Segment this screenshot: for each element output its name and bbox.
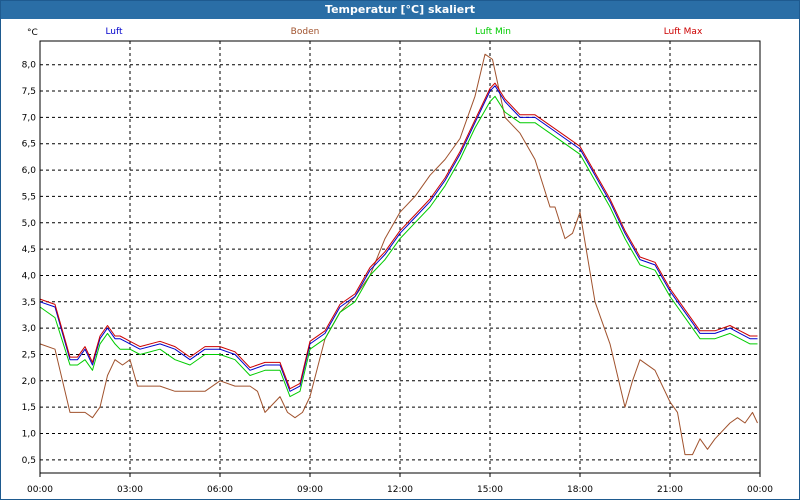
chart-window: Temperatur [°C] skaliert Luft Boden Luft M…: [0, 0, 800, 500]
x-tick-time: 15:00: [477, 485, 503, 495]
y-tick-label: 0,5: [22, 456, 36, 466]
legend-entry: Luft: [105, 27, 123, 37]
y-tick-label: 6,0: [22, 166, 37, 176]
y-tick-label: 5,5: [22, 192, 36, 202]
y-tick-label: 4,5: [22, 245, 36, 255]
y-tick-label: 7,0: [22, 113, 37, 123]
window-title: Temperatur [°C] skaliert: [1, 1, 799, 19]
y-tick-label: 7,5: [22, 87, 36, 97]
x-tick-time: 12:00: [387, 485, 413, 495]
y-tick-label: 3,0: [22, 324, 37, 334]
y-tick-label: 8,0: [22, 61, 37, 71]
series-line-luft: [39, 85, 758, 392]
y-tick-label: 6,5: [22, 140, 36, 150]
legend: Luft Boden Luft Min Luft Max: [105, 27, 703, 37]
x-axis: 00:0012.02.1903:0012.02.1906:0012.02.190…: [27, 473, 773, 495]
y-tick-label: 5,0: [22, 219, 37, 229]
legend-entry: Boden: [291, 27, 320, 37]
y-tick-label: 1,5: [22, 403, 36, 413]
legend-entry: Luft Max: [664, 27, 703, 37]
y-tick-label: 1,0: [22, 429, 37, 439]
x-tick-time: 03:00: [117, 485, 143, 495]
y-tick-label: 2,5: [22, 350, 36, 360]
y-tick-label: 3,5: [22, 298, 36, 308]
y-axis-unit: °C: [27, 28, 38, 38]
y-tick-label: 2,0: [22, 377, 37, 387]
y-axis: °C 0,5 1,0 1,5 2,0 2,5 3,0 3,5 4,0 4,5 5,0 5,5 6,0 6…: [22, 28, 38, 466]
x-tick-time: 00:00: [27, 485, 53, 495]
x-tick-time: 09:00: [297, 485, 323, 495]
y-tick-label: 4,0: [22, 271, 37, 281]
x-tick-time: 00:00: [747, 485, 773, 495]
grid: [40, 41, 760, 473]
series-line-luft-min: [39, 95, 758, 398]
series-line-boden: [39, 53, 758, 456]
x-tick-time: 18:00: [567, 485, 593, 495]
x-tick-time: 21:00: [657, 485, 683, 495]
x-tick-time: 06:00: [207, 485, 233, 495]
legend-entry: Luft Min: [475, 27, 511, 37]
plot-area: [39, 53, 758, 456]
temperature-chart: Luft Boden Luft Min Luft Max °C 0,5 1,0 1,5 2,…: [22, 27, 774, 495]
